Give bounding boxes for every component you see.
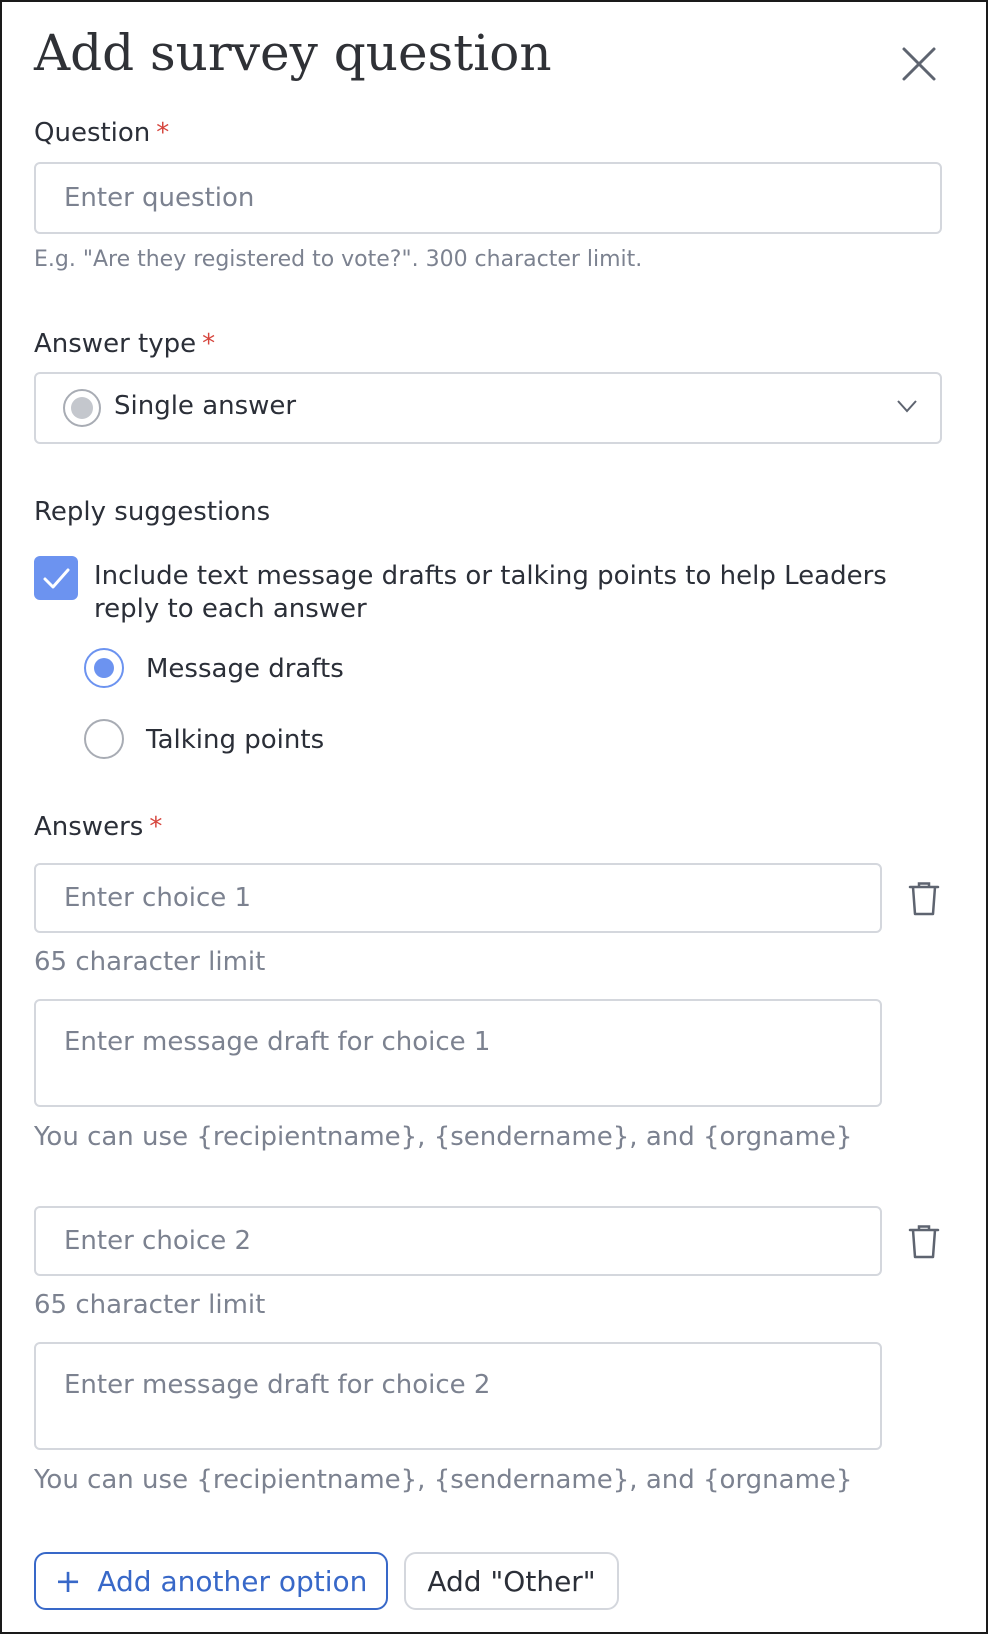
question-hint: E.g. "Are they registered to vote?". 300…	[34, 247, 643, 272]
choice-2-variables-hint: You can use {recipientname}, {sendername…	[34, 1465, 853, 1495]
radio-icon	[62, 388, 102, 428]
add-other-label: Add "Other"	[427, 1564, 596, 1598]
answer-type-label: Answer type *	[34, 329, 215, 359]
radio-talking-points[interactable]	[84, 719, 124, 759]
answer-type-value: Single answer	[114, 391, 297, 421]
question-input[interactable]	[34, 162, 942, 234]
choice-1-draft-textarea[interactable]	[34, 999, 882, 1107]
plus-icon: +	[54, 1562, 82, 1600]
radio-message-drafts-label: Message drafts	[146, 654, 344, 684]
radio-talking-points-label: Talking points	[146, 725, 325, 755]
include-drafts-checkbox[interactable]	[34, 556, 78, 600]
radio-message-drafts[interactable]	[84, 648, 124, 688]
question-label-text: Question	[34, 118, 151, 148]
checkmark-icon	[43, 568, 70, 589]
checkbox-label-line1: Include text message drafts or talking p…	[94, 561, 887, 591]
close-icon[interactable]	[901, 46, 937, 82]
answers-label: Answers *	[34, 812, 162, 842]
answers-label-text: Answers	[34, 812, 144, 842]
trash-icon[interactable]	[907, 881, 941, 917]
choice-2-input[interactable]	[34, 1206, 882, 1276]
reply-suggestions-label: Reply suggestions	[34, 497, 271, 527]
choice-1-limit-hint: 65 character limit	[34, 947, 266, 977]
add-another-option-label: Add another option	[97, 1564, 368, 1598]
dialog-title: Add survey question	[34, 24, 552, 82]
add-survey-question-dialog: Add survey question Question* E.g. "Are …	[0, 0, 988, 1634]
choice-2-draft-textarea[interactable]	[34, 1342, 882, 1450]
answer-type-select[interactable]: Single answer	[34, 372, 942, 444]
add-other-button[interactable]: Add "Other"	[404, 1552, 619, 1610]
choice-1-variables-hint: You can use {recipientname}, {sendername…	[34, 1122, 853, 1152]
choice-1-input[interactable]	[34, 863, 882, 933]
required-mark: *	[149, 812, 163, 842]
required-mark: *	[202, 329, 216, 359]
required-mark: *	[156, 118, 170, 148]
chevron-down-icon	[896, 398, 918, 414]
question-label: Question *	[34, 118, 169, 148]
checkbox-label-line2: reply to each answer	[94, 594, 367, 624]
choice-2-limit-hint: 65 character limit	[34, 1290, 266, 1320]
add-another-option-button[interactable]: + Add another option	[34, 1552, 388, 1610]
answer-type-label-text: Answer type	[34, 329, 197, 359]
trash-icon[interactable]	[907, 1224, 941, 1260]
